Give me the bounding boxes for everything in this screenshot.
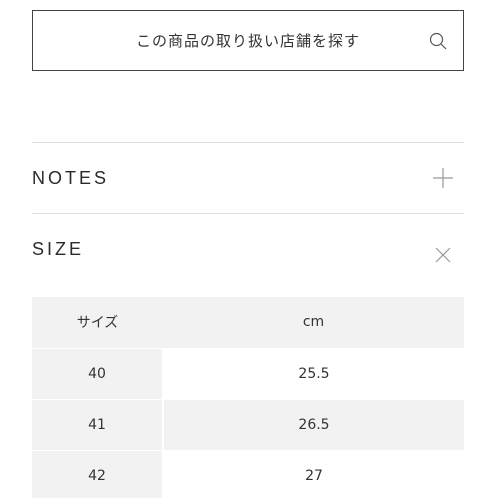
size-table: サイズ cm 40 25.5 41 26.5 42 27 [32, 297, 464, 498]
close-icon [435, 247, 451, 263]
cm-cell: 27 [163, 450, 464, 498]
column-header-size: サイズ [32, 297, 163, 349]
accordion-notes-title: NOTES [32, 167, 110, 188]
table-row: 42 27 [32, 450, 464, 498]
cm-cell: 25.5 [163, 348, 464, 400]
cm-cell: 26.5 [163, 399, 464, 451]
plus-icon [433, 168, 453, 188]
store-search-label: この商品の取り扱い店舗を探す [135, 32, 360, 50]
size-cell: 42 [32, 450, 164, 498]
accordion-size-title: SIZE [32, 238, 85, 259]
accordion-size-header[interactable]: SIZE [32, 214, 464, 284]
table-header-row: サイズ cm [32, 297, 464, 349]
table-row: 40 25.5 [32, 348, 464, 400]
table-row: 41 26.5 [32, 399, 464, 451]
accordion-notes-header[interactable]: NOTES [32, 143, 464, 213]
column-header-cm: cm [163, 297, 464, 349]
size-cell: 41 [32, 399, 164, 451]
store-search-button[interactable]: この商品の取り扱い店舗を探す [32, 10, 464, 71]
size-cell: 40 [32, 348, 164, 400]
search-icon [429, 32, 447, 49]
product-details-panel: この商品の取り扱い店舗を探す NOTES SIZE サイズ cm 40 25.5… [0, 0, 498, 498]
